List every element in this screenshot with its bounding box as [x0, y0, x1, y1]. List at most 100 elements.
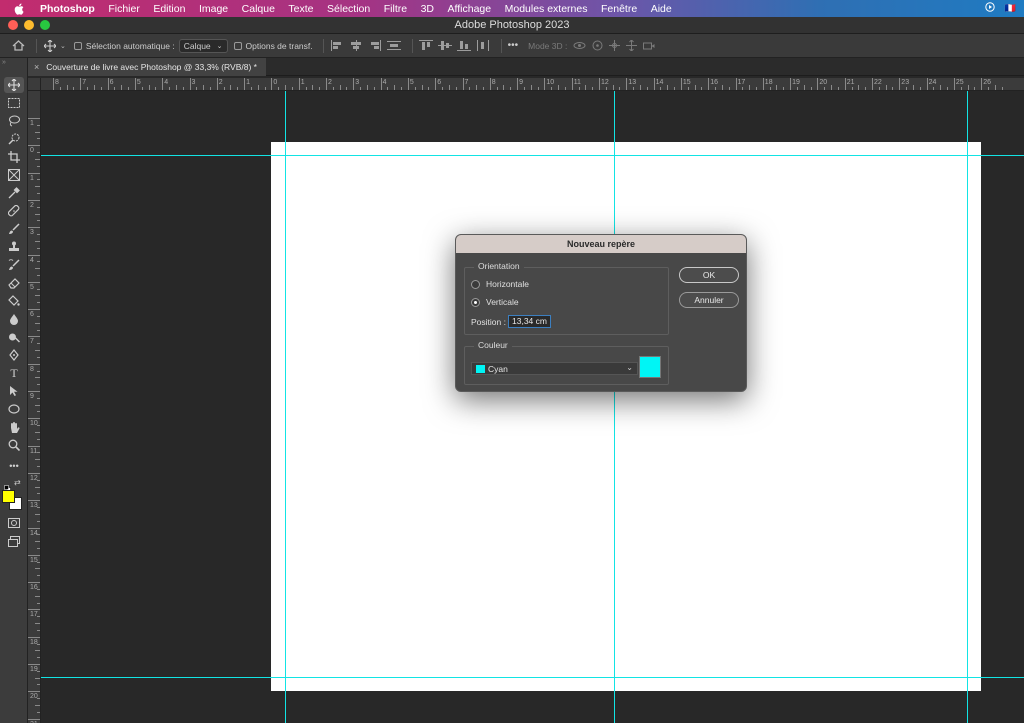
vertical-radio-label[interactable]: Verticale [486, 297, 519, 307]
language-flag-icon[interactable]: 🇫🇷 [1005, 3, 1016, 14]
transform-options-checkbox[interactable] [233, 41, 242, 50]
align-top-edges-icon[interactable] [418, 40, 433, 51]
vertical-guide[interactable] [967, 91, 968, 723]
orbit-3d-icon[interactable] [573, 40, 586, 51]
ruler-tick [906, 87, 908, 90]
vertical-radio[interactable] [471, 298, 480, 307]
canvas-area[interactable] [41, 91, 1024, 723]
roll-3d-icon[interactable] [592, 40, 603, 51]
document-tab[interactable]: × Couverture de livre avec Photoshop @ 3… [28, 58, 266, 76]
play-circle-icon[interactable] [985, 2, 995, 15]
quick-select-icon[interactable] [4, 131, 24, 147]
align-right-edges-icon[interactable] [368, 40, 382, 51]
quick-mask-icon[interactable] [4, 515, 24, 531]
menu-aide[interactable]: Aide [651, 3, 672, 15]
vertical-guide[interactable] [614, 91, 615, 723]
cancel-button[interactable]: Annuler [679, 292, 739, 308]
menu-modules-externes[interactable]: Modules externes [505, 3, 588, 15]
menu-selection[interactable]: Sélection [327, 3, 370, 15]
crop-icon[interactable] [4, 149, 24, 165]
ruler-tick [319, 87, 321, 90]
bucket-icon[interactable] [4, 293, 24, 309]
menu-filtre[interactable]: Filtre [384, 3, 407, 15]
horizontal-guide[interactable] [41, 677, 1024, 678]
zoom-icon[interactable] [4, 437, 24, 453]
menu-affichage[interactable]: Affichage [448, 3, 492, 15]
position-input[interactable]: 13,34 cm [508, 315, 551, 328]
more-options-icon[interactable]: ••• [508, 40, 519, 51]
default-colors-icon[interactable] [4, 479, 11, 492]
ruler-tick [28, 636, 40, 638]
menu-fichier[interactable]: Fichier [108, 3, 140, 15]
blur-icon[interactable] [4, 311, 24, 327]
move-tool-icon[interactable] [43, 39, 57, 52]
horizontal-ruler[interactable]: 8 7 6 5 4 3 2 1 0 1 2 3 4 5 6 7 8 9 10 11 12 13 14 15 16 17 18 19 20… [41, 78, 1024, 91]
horizontal-radio-label[interactable]: Horizontale [486, 279, 529, 289]
auto-select-dropdown[interactable]: Calque ⌄ [178, 38, 228, 53]
ruler-tick [605, 87, 607, 90]
foreground-color-swatch[interactable] [2, 490, 15, 503]
color-swatch-button[interactable] [639, 356, 661, 378]
scale-3d-icon[interactable] [643, 41, 655, 51]
eraser-icon[interactable] [4, 275, 24, 291]
drag-3d-icon[interactable] [609, 40, 621, 51]
menu-fenetre[interactable]: Fenêtre [601, 3, 637, 15]
menu-3d[interactable]: 3D [421, 3, 434, 15]
apple-icon[interactable] [12, 2, 26, 16]
distribute-vertical-icon[interactable] [386, 40, 401, 51]
align-left-edges-icon[interactable] [330, 40, 344, 51]
frame-icon[interactable] [4, 167, 24, 183]
ruler-tick [380, 78, 382, 90]
menu-calque[interactable]: Calque [242, 3, 275, 15]
horizontal-guide[interactable] [41, 155, 1024, 156]
distribute-horizontal-icon[interactable] [476, 40, 490, 51]
document-canvas[interactable] [271, 142, 981, 691]
collapse-panel-icon[interactable]: » [2, 59, 6, 66]
ok-button[interactable]: OK [679, 267, 739, 283]
type-icon[interactable]: T [4, 365, 24, 381]
brush-icon[interactable] [4, 221, 24, 237]
ruler-tick [35, 568, 40, 570]
eyedropper-icon[interactable] [4, 185, 24, 201]
ruler-tick [35, 704, 40, 706]
healing-icon[interactable] [4, 203, 24, 219]
history-brush-icon[interactable] [4, 257, 24, 273]
vertical-guide[interactable] [285, 91, 286, 723]
tool-preset-chevron-icon[interactable]: ⌄ [60, 42, 66, 50]
align-vertical-centers-icon[interactable] [437, 40, 452, 51]
lasso-icon[interactable] [4, 113, 24, 129]
stamp-icon[interactable] [4, 239, 24, 255]
home-icon[interactable] [10, 40, 26, 51]
ruler-tick [244, 78, 246, 90]
pen-icon[interactable] [4, 347, 24, 363]
more-tools-icon[interactable]: ••• [4, 458, 24, 474]
move-icon[interactable] [4, 77, 24, 93]
color-dropdown[interactable]: Cyan ⌄ [471, 362, 638, 375]
marquee-icon[interactable] [4, 95, 24, 111]
menu-edition[interactable]: Edition [153, 3, 185, 15]
ruler-tick [162, 78, 164, 90]
ruler-label: 2 [328, 79, 332, 86]
vertical-ruler[interactable]: 10123456789101112131415161718192021 [28, 91, 41, 723]
path-select-icon[interactable] [4, 383, 24, 399]
hand-icon[interactable] [4, 419, 24, 435]
ruler-tick [37, 315, 40, 317]
align-bottom-edges-icon[interactable] [456, 40, 471, 51]
menu-image[interactable]: Image [199, 3, 228, 15]
shape-icon[interactable] [4, 401, 24, 417]
close-tab-icon[interactable]: × [34, 62, 39, 72]
auto-select-checkbox[interactable] [73, 41, 82, 50]
swap-colors-icon[interactable]: ⇄ [14, 478, 21, 487]
ruler-tick [37, 384, 40, 386]
menu-app-photoshop[interactable]: Photoshop [40, 3, 95, 15]
menu-texte[interactable]: Texte [288, 3, 313, 15]
slide-3d-icon[interactable] [626, 40, 638, 51]
dodge-icon[interactable] [4, 329, 24, 345]
ruler-tick [865, 87, 867, 90]
align-horizontal-centers-icon[interactable] [349, 40, 363, 51]
screen-mode-icon[interactable] [4, 533, 24, 549]
ruler-tick [455, 87, 457, 90]
ruler-origin[interactable] [28, 78, 41, 91]
ruler-tick [701, 87, 703, 90]
horizontal-radio[interactable] [471, 280, 480, 289]
